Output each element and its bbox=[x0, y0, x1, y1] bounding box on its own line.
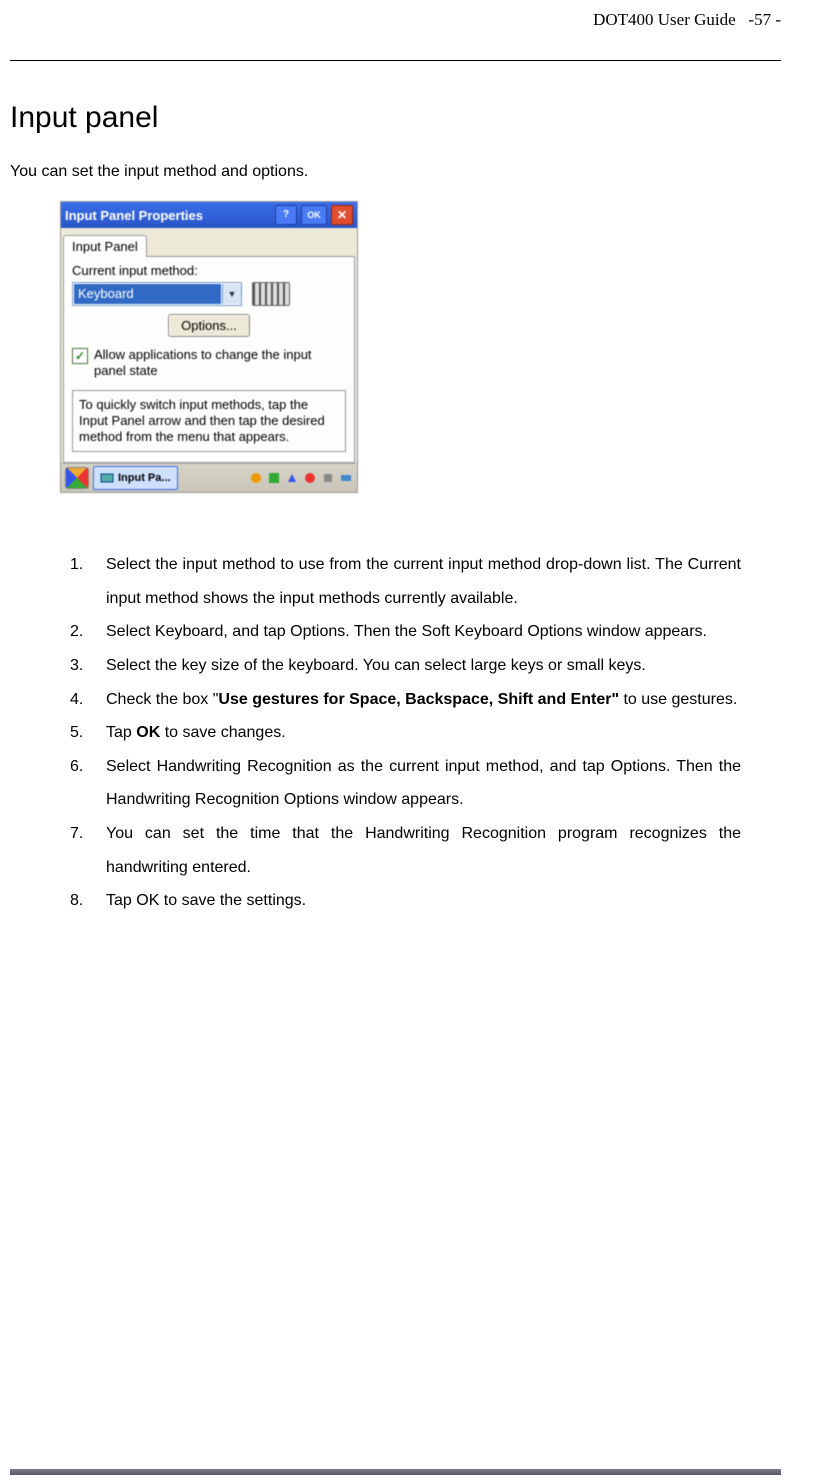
tray-icon bbox=[321, 471, 335, 485]
step-5: Tap OK to save changes. bbox=[70, 716, 741, 750]
start-icon[interactable] bbox=[65, 467, 89, 489]
help-button[interactable]: ? bbox=[275, 205, 297, 225]
footer-bar bbox=[10, 1469, 781, 1475]
checkbox-label: Allow applications to change the input p… bbox=[94, 347, 346, 380]
step-7: You can set the time that the Handwritin… bbox=[70, 817, 741, 884]
step-6: Select Handwriting Recognition as the cu… bbox=[70, 750, 741, 817]
ok-button[interactable]: OK bbox=[301, 205, 327, 225]
section-title: Input panel bbox=[10, 101, 781, 135]
options-button[interactable]: Options... bbox=[168, 314, 250, 337]
tray-icon bbox=[339, 471, 353, 485]
window-titlebar: Input Panel Properties ? OK ✕ bbox=[61, 202, 357, 228]
tray-icon bbox=[285, 471, 299, 485]
book-title: DOT400 User Guide bbox=[593, 10, 736, 29]
current-input-method-label: Current input method: bbox=[72, 263, 346, 278]
page-number: -57 - bbox=[748, 10, 781, 29]
keyboard-icon bbox=[252, 282, 290, 306]
step-2: Select Keyboard, and tap Options. Then t… bbox=[70, 615, 741, 649]
tray-icon bbox=[249, 471, 263, 485]
step-8: Tap OK to save the settings. bbox=[70, 884, 741, 918]
screenshot-input-panel-properties: Input Panel Properties ? OK ✕ Input Pane… bbox=[60, 201, 358, 493]
intro-text: You can set the input method and options… bbox=[10, 163, 781, 181]
taskbar: Input Pa... bbox=[61, 463, 357, 492]
tab-input-panel[interactable]: Input Panel bbox=[63, 235, 147, 257]
keyboard-small-icon bbox=[100, 471, 114, 485]
tip-text: To quickly switch input methods, tap the… bbox=[72, 390, 346, 453]
step-3: Select the key size of the keyboard. You… bbox=[70, 649, 741, 683]
steps-list: Select the input method to use from the … bbox=[70, 548, 741, 918]
taskbar-button[interactable]: Input Pa... bbox=[93, 466, 178, 490]
step-4: Check the box "Use gestures for Space, B… bbox=[70, 683, 741, 717]
allow-apps-checkbox[interactable]: ✓ bbox=[72, 348, 88, 364]
system-tray bbox=[249, 471, 353, 485]
taskbar-button-label: Input Pa... bbox=[118, 472, 171, 484]
tray-icon bbox=[267, 471, 281, 485]
page-header: DOT400 User Guide -57 - bbox=[10, 10, 781, 30]
tray-icon bbox=[303, 471, 317, 485]
close-button[interactable]: ✕ bbox=[331, 205, 353, 225]
chevron-down-icon: ▼ bbox=[222, 284, 241, 304]
step-1: Select the input method to use from the … bbox=[70, 548, 741, 615]
window-title: Input Panel Properties bbox=[65, 208, 271, 223]
dropdown-value: Keyboard bbox=[74, 284, 221, 304]
input-method-dropdown[interactable]: Keyboard ▼ bbox=[72, 282, 242, 306]
